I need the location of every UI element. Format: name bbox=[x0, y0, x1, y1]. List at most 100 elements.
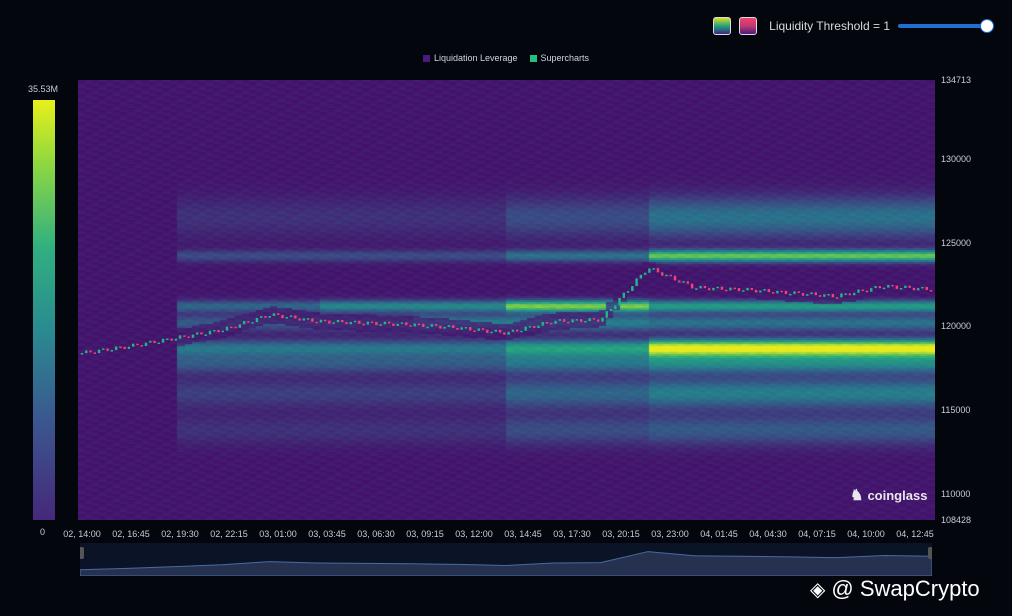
price-candle bbox=[844, 293, 847, 295]
price-candle bbox=[259, 316, 263, 318]
price-candle bbox=[550, 322, 553, 325]
price-candle bbox=[712, 287, 715, 291]
x-tick-label: 03, 06:30 bbox=[357, 529, 395, 539]
legend-label: Liquidation Leverage bbox=[433, 53, 518, 63]
price-candle bbox=[161, 338, 165, 343]
price-candle bbox=[831, 293, 835, 298]
price-candle bbox=[609, 308, 613, 312]
price-candle bbox=[754, 289, 758, 293]
price-candle bbox=[733, 287, 736, 290]
price-candle bbox=[490, 331, 493, 334]
price-candle bbox=[277, 313, 280, 315]
price-candle bbox=[80, 353, 84, 355]
price-candle bbox=[345, 322, 348, 325]
price-candle bbox=[460, 327, 463, 330]
price-candle bbox=[225, 326, 229, 331]
slider-thumb[interactable] bbox=[980, 19, 994, 33]
price-candle bbox=[912, 287, 916, 291]
price-candle bbox=[140, 345, 143, 347]
legend-supercharts[interactable]: Supercharts bbox=[529, 53, 589, 63]
price-candle bbox=[89, 350, 92, 353]
price-candle bbox=[85, 350, 88, 354]
price-candle bbox=[763, 289, 766, 291]
price-candle bbox=[759, 290, 762, 293]
x-tick-label: 04, 12:45 bbox=[896, 529, 934, 539]
price-candle bbox=[537, 325, 540, 328]
navigator-area bbox=[78, 547, 934, 577]
price-candle bbox=[823, 294, 826, 297]
colorbar bbox=[33, 100, 55, 520]
price-candle bbox=[601, 317, 604, 322]
y-tick-label: 134713 bbox=[941, 75, 972, 85]
price-candle bbox=[656, 268, 660, 273]
price-candle bbox=[605, 311, 608, 318]
price-candle bbox=[729, 287, 732, 291]
price-candle bbox=[558, 319, 562, 321]
price-candle bbox=[353, 320, 357, 323]
price-candle bbox=[119, 346, 122, 349]
price-candle bbox=[520, 330, 523, 333]
price-candle bbox=[341, 319, 344, 323]
x-tick-label: 02, 22:15 bbox=[210, 529, 248, 539]
x-tick-label: 03, 23:00 bbox=[651, 529, 689, 539]
navigator-left-handle[interactable] bbox=[78, 547, 84, 559]
price-candle bbox=[690, 283, 694, 289]
price-candle bbox=[127, 346, 131, 349]
navigator-right-handle[interactable] bbox=[928, 547, 934, 559]
colorscheme-magma-button[interactable] bbox=[739, 17, 758, 35]
legend-liquidation-leverage[interactable]: Liquidation Leverage bbox=[422, 53, 518, 63]
price-candle bbox=[503, 332, 506, 335]
price-candle bbox=[861, 289, 864, 292]
price-candle bbox=[626, 291, 630, 293]
price-candle bbox=[469, 327, 472, 331]
price-candle bbox=[746, 287, 749, 291]
price-candle bbox=[614, 305, 617, 309]
y-tick-label: 125000 bbox=[941, 237, 972, 248]
price-candle bbox=[533, 326, 536, 328]
price-candle bbox=[430, 324, 434, 327]
price-candle bbox=[306, 318, 310, 320]
price-candle bbox=[784, 290, 788, 295]
price-candle bbox=[362, 323, 365, 326]
price-candle bbox=[562, 319, 566, 322]
price-candle bbox=[289, 315, 293, 318]
price-candle bbox=[511, 329, 515, 332]
price-candle bbox=[554, 320, 557, 324]
price-candle bbox=[840, 293, 843, 298]
price-candle bbox=[285, 317, 288, 319]
price-candle bbox=[669, 274, 672, 277]
price-candle bbox=[426, 326, 429, 329]
x-tick-label: 03, 03:45 bbox=[308, 529, 346, 539]
price-candle bbox=[114, 346, 118, 351]
price-candle bbox=[652, 268, 655, 270]
colorbar-max: 35.53M bbox=[28, 84, 59, 94]
price-candle bbox=[392, 323, 395, 326]
price-candle bbox=[507, 331, 510, 335]
price-candle bbox=[187, 336, 190, 338]
x-tick-label: 03, 17:30 bbox=[553, 529, 591, 539]
price-candle bbox=[336, 319, 340, 323]
price-candle bbox=[157, 342, 160, 345]
price-candle bbox=[123, 346, 126, 349]
price-candle bbox=[865, 290, 869, 293]
watermark-text: @ SwapCrypto bbox=[831, 576, 980, 601]
price-candle bbox=[793, 291, 796, 294]
colorscheme-viridis-button[interactable] bbox=[713, 17, 732, 35]
price-candle bbox=[661, 272, 664, 276]
price-candle bbox=[315, 321, 318, 324]
range-navigator[interactable] bbox=[78, 543, 934, 577]
price-candle bbox=[319, 319, 323, 323]
y-tick-label: 130000 bbox=[941, 153, 972, 164]
price-candle bbox=[451, 325, 455, 329]
colorbar-min: 0 bbox=[40, 527, 46, 537]
price-candle bbox=[213, 329, 216, 332]
threshold-slider[interactable] bbox=[898, 19, 994, 33]
price-candle bbox=[149, 340, 152, 343]
price-candle bbox=[217, 329, 220, 333]
price-candle bbox=[882, 287, 886, 290]
price-candle bbox=[375, 321, 378, 326]
price-candle bbox=[797, 291, 800, 293]
price-candle bbox=[456, 328, 459, 330]
price-candle bbox=[524, 326, 527, 331]
price-candle bbox=[234, 326, 237, 329]
